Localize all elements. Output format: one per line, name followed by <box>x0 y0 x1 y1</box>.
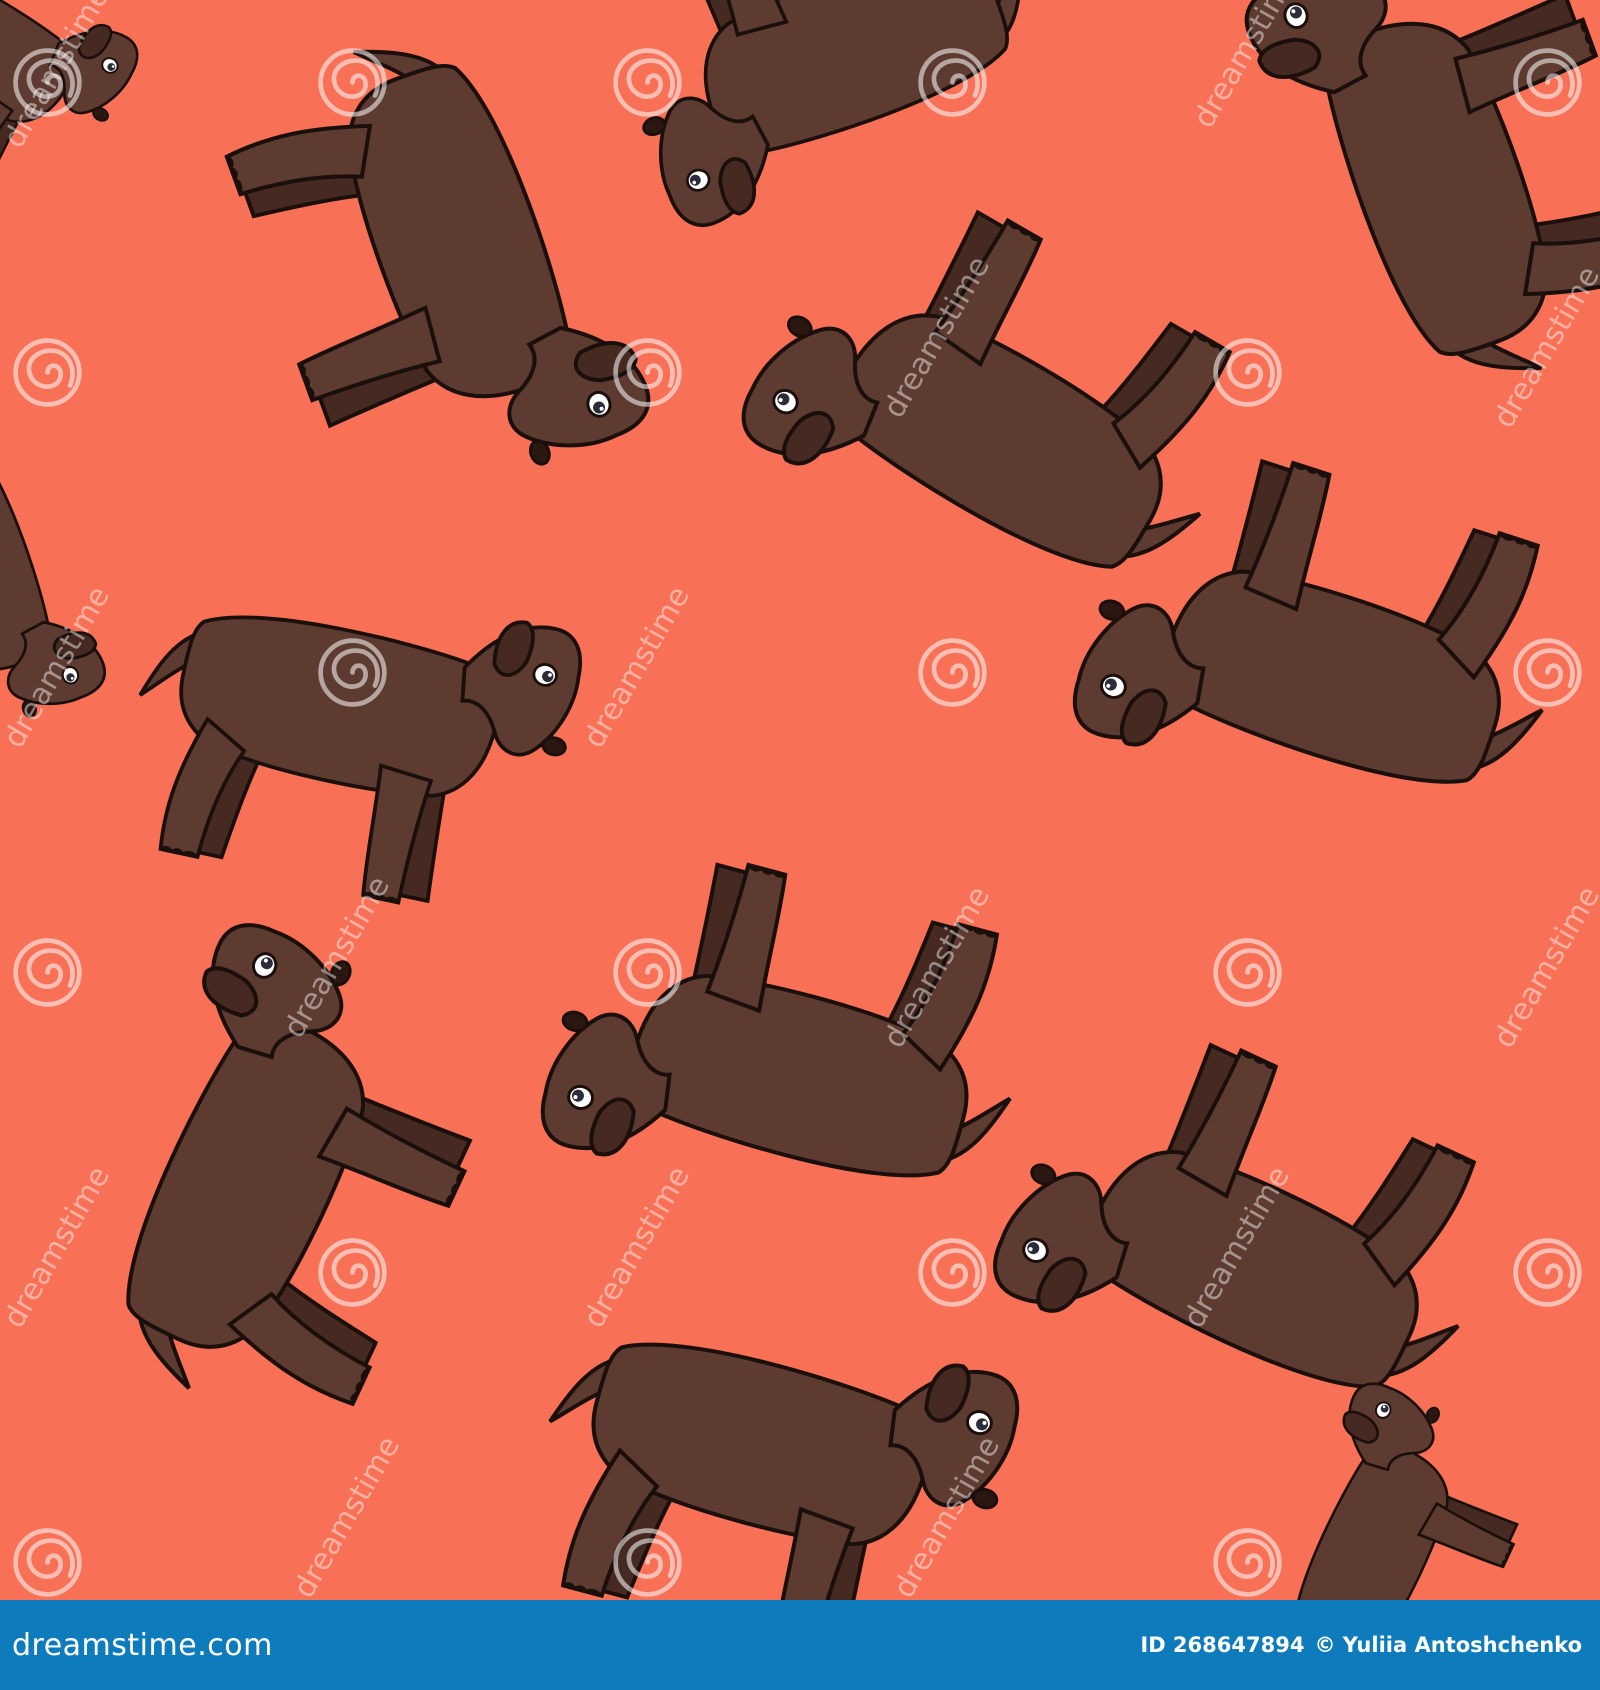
stock-image-page: dreamstime dreamstime dreamstime dreamst… <box>0 0 1600 1690</box>
footer-credit: ID 268647894 © Yuliia Antoshchenko <box>1140 1633 1582 1657</box>
author-credit: © Yuliia Antoshchenko <box>1314 1633 1582 1657</box>
logo-text[interactable]: dreamstime.com <box>12 1628 273 1663</box>
image-id: ID 268647894 <box>1140 1633 1305 1657</box>
footer-bar: dreamstime.com ID 268647894 © Yuliia Ant… <box>0 1600 1600 1690</box>
dog-pattern-area: dreamstime dreamstime dreamstime dreamst… <box>0 0 1600 1600</box>
footer-logo[interactable]: dreamstime.com <box>12 1628 273 1663</box>
dog-pattern: dreamstime dreamstime dreamstime dreamst… <box>0 0 1600 1600</box>
